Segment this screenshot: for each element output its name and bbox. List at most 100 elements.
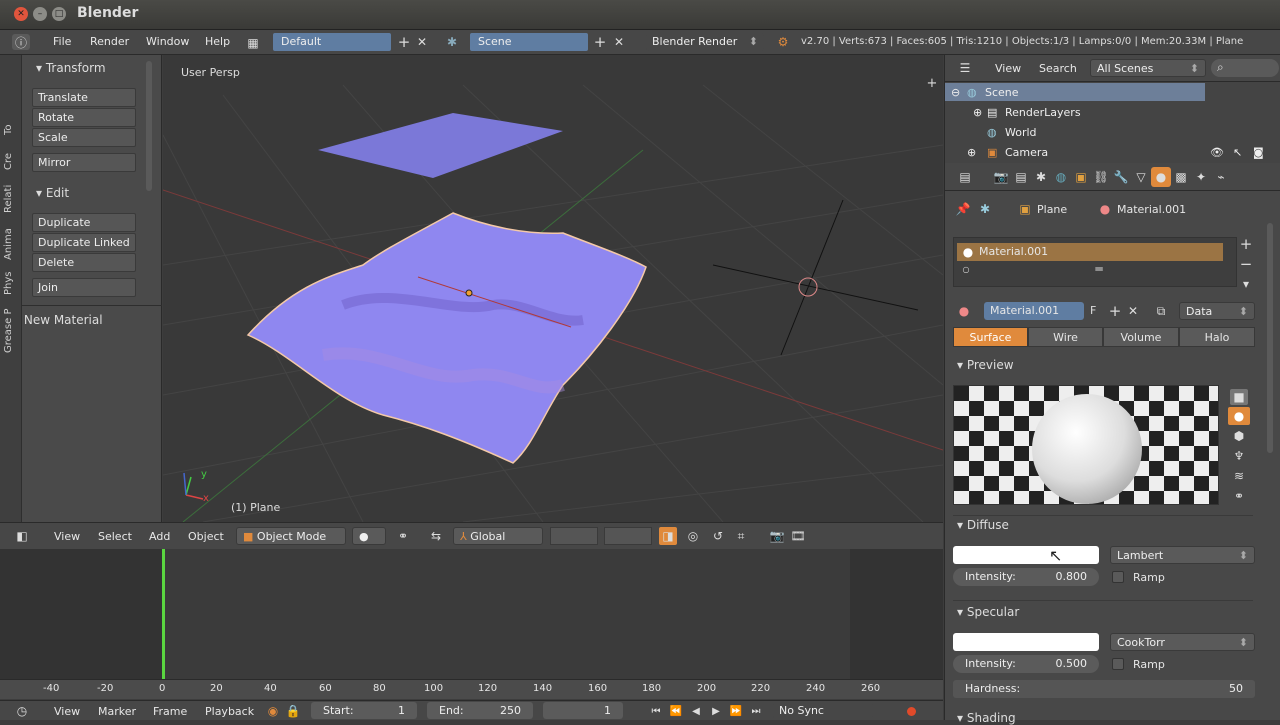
outliner-row-scene[interactable]: [945, 83, 1205, 101]
preview-panel-header[interactable]: ▾ Preview: [957, 358, 1014, 372]
current-frame-field[interactable]: 1: [543, 702, 623, 719]
preview-hair-icon[interactable]: ≋: [1230, 468, 1248, 484]
render-tab-icon[interactable]: 📷: [993, 169, 1009, 185]
remove-slot-icon[interactable]: −: [1238, 255, 1254, 273]
specular-color-swatch[interactable]: [953, 633, 1099, 651]
visibility-eye-icon[interactable]: 👁: [1210, 146, 1224, 159]
properties-scrollbar[interactable]: [1267, 223, 1273, 453]
tab-tools[interactable]: To: [3, 124, 14, 135]
mirror-button[interactable]: Mirror: [32, 153, 136, 172]
vp-menu-object[interactable]: Object: [188, 530, 224, 543]
vp-menu-add[interactable]: Add: [149, 530, 170, 543]
tab-volume[interactable]: Volume: [1103, 327, 1179, 347]
viewport-add-icon[interactable]: +: [926, 76, 938, 91]
pin-icon[interactable]: 📌: [955, 201, 971, 217]
tab-halo[interactable]: Halo: [1179, 327, 1255, 347]
transform-panel-header[interactable]: ▾ Transform: [36, 61, 106, 75]
edit-panel-header[interactable]: ▾ Edit: [36, 186, 69, 200]
add-slot-icon[interactable]: +: [1238, 235, 1254, 253]
snap-icon[interactable]: ↺: [710, 528, 726, 544]
sync-dropdown[interactable]: No Sync: [773, 702, 873, 719]
outliner-item-world[interactable]: World: [1005, 126, 1037, 139]
proportional-edit-icon[interactable]: ◎: [685, 528, 701, 544]
expand-icon[interactable]: ⊕: [973, 106, 982, 119]
data-tab-icon[interactable]: ▽: [1133, 169, 1149, 185]
tab-grease-pencil[interactable]: Grease P: [3, 309, 14, 354]
timeline-editor-icon[interactable]: ◷: [12, 703, 32, 719]
lock-camera-icon[interactable]: ◨: [659, 527, 677, 545]
tab-wire[interactable]: Wire: [1028, 327, 1103, 347]
link-dropdown[interactable]: Data ⬍: [1179, 302, 1255, 320]
play-icon[interactable]: ▶: [708, 703, 724, 719]
preview-cube-icon[interactable]: ⬢: [1230, 428, 1248, 444]
current-frame-line[interactable]: [162, 549, 165, 679]
join-button[interactable]: Join: [32, 278, 136, 297]
tl-menu-marker[interactable]: Marker: [98, 705, 136, 718]
snap-element-icon[interactable]: ⌗: [733, 528, 749, 544]
render-anim-icon[interactable]: 🎞: [790, 528, 806, 544]
record-icon[interactable]: [907, 707, 916, 716]
list-resize-handle[interactable]: ═: [1091, 262, 1107, 276]
preview-monkey-icon[interactable]: ♆: [1230, 448, 1248, 464]
renderable-camera-icon[interactable]: ◙: [1253, 146, 1264, 159]
diffuse-color-swatch[interactable]: [953, 546, 1099, 564]
selectable-cursor-icon[interactable]: ↖: [1233, 146, 1242, 159]
constraints-tab-icon[interactable]: ⛓: [1093, 169, 1109, 185]
layers-group-1[interactable]: [550, 527, 598, 545]
tl-menu-playback[interactable]: Playback: [205, 705, 254, 718]
slot-specials-icon[interactable]: ▾: [1238, 276, 1254, 292]
tool-shelf-scrollbar[interactable]: [146, 61, 152, 191]
duplicate-linked-button[interactable]: Duplicate Linked: [32, 233, 136, 252]
outliner-item-scene[interactable]: Scene: [985, 86, 1019, 99]
outliner-item-camera[interactable]: Camera: [1005, 146, 1048, 159]
diffuse-panel-header[interactable]: ▾ Diffuse: [957, 518, 1009, 532]
unlink-material-icon[interactable]: ✕: [1125, 302, 1141, 320]
fake-user-button[interactable]: F: [1088, 302, 1102, 320]
specular-intensity-slider[interactable]: Intensity: 0.500: [953, 655, 1099, 673]
delete-button[interactable]: Delete: [32, 253, 136, 272]
tab-animation[interactable]: Anima: [3, 228, 14, 260]
render-layers-tab-icon[interactable]: ▤: [1013, 169, 1029, 185]
add-layout-icon[interactable]: +: [396, 33, 412, 51]
material-slot-row[interactable]: Material.001: [957, 243, 1223, 261]
menu-window[interactable]: Window: [146, 35, 189, 48]
material-name-field[interactable]: Material.001: [984, 302, 1084, 320]
scale-button[interactable]: Scale: [32, 128, 136, 147]
expand-icon[interactable]: ⊖: [951, 86, 960, 99]
duplicate-button[interactable]: Duplicate: [32, 213, 136, 232]
tab-surface[interactable]: Surface: [953, 327, 1028, 347]
remove-layout-icon[interactable]: ✕: [414, 34, 430, 50]
object-tab-icon[interactable]: ▣: [1073, 169, 1089, 185]
specular-ramp-checkbox[interactable]: [1112, 658, 1124, 670]
start-frame-field[interactable]: Start: 1: [311, 702, 417, 719]
info-editor-icon[interactable]: ⓘ: [12, 34, 30, 50]
breadcrumb-material[interactable]: Material.001: [1117, 203, 1186, 216]
tab-create[interactable]: Cre: [3, 153, 14, 170]
cloth-plane-mesh[interactable]: [246, 212, 647, 464]
diffuse-intensity-slider[interactable]: Intensity: 0.800: [953, 568, 1099, 586]
play-reverse-icon[interactable]: ◀: [688, 703, 704, 719]
remove-scene-icon[interactable]: ✕: [611, 34, 627, 50]
outliner-editor-icon[interactable]: ☰: [955, 60, 975, 76]
jump-next-key-icon[interactable]: ⏩: [728, 703, 744, 719]
jump-start-icon[interactable]: ⏮: [648, 703, 664, 719]
lock-icon[interactable]: 🔒: [285, 703, 301, 719]
preview-flat-icon[interactable]: ■: [1230, 389, 1248, 405]
tab-physics[interactable]: Phys: [3, 272, 14, 296]
minimize-icon[interactable]: –: [33, 7, 47, 21]
tab-relations[interactable]: Relati: [3, 185, 14, 213]
scene-tab-icon[interactable]: ✱: [1033, 169, 1049, 185]
maximize-icon[interactable]: □: [52, 7, 66, 21]
outliner-menu-search[interactable]: Search: [1039, 62, 1077, 75]
tl-menu-frame[interactable]: Frame: [153, 705, 187, 718]
scene-icon[interactable]: ✱: [443, 34, 461, 50]
vp-menu-select[interactable]: Select: [98, 530, 132, 543]
preview-sphere-icon[interactable]: ●: [1228, 407, 1250, 425]
world-tab-icon[interactable]: ◍: [1053, 169, 1069, 185]
specular-shader-dropdown[interactable]: CookTorr ⬍: [1110, 633, 1255, 651]
vp-menu-view[interactable]: View: [54, 530, 80, 543]
breadcrumb-object[interactable]: Plane: [1037, 203, 1067, 216]
menu-render[interactable]: Render: [90, 35, 129, 48]
slot-scroll-icon[interactable]: ○: [961, 264, 971, 274]
orientation-dropdown[interactable]: ⅄ Global: [453, 527, 543, 545]
